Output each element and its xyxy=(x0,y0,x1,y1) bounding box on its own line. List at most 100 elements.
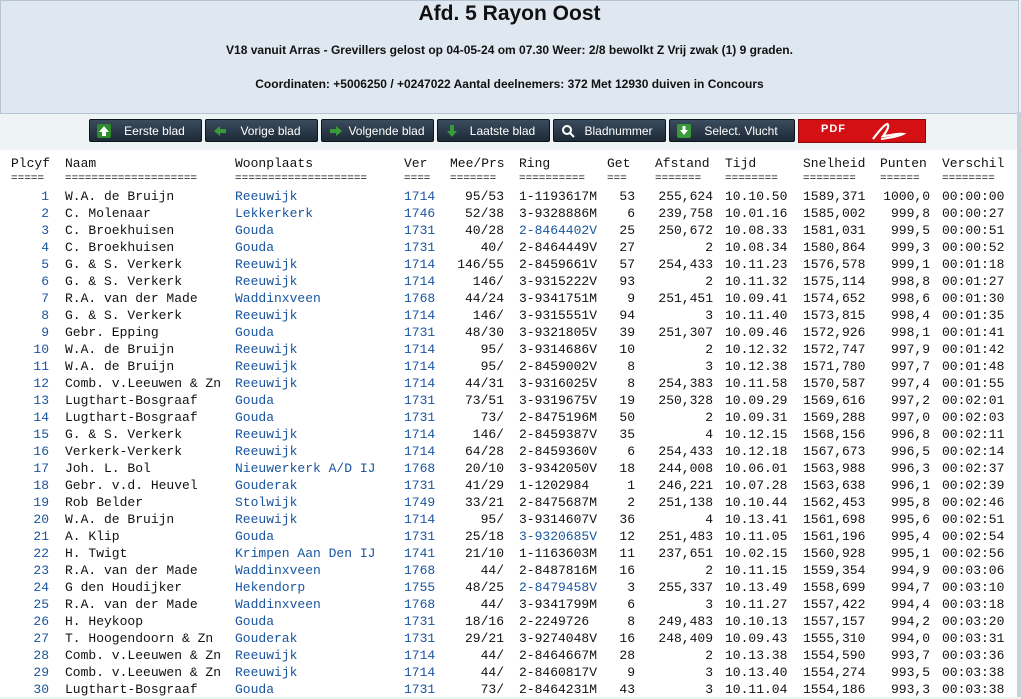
cell-woonplaats[interactable]: Reeuwijk xyxy=(235,427,297,442)
cell-ver[interactable]: 1731 xyxy=(404,682,435,697)
cell-woonplaats[interactable]: Reeuwijk xyxy=(235,257,297,272)
cell-ver[interactable]: 1731 xyxy=(404,614,435,629)
cell-woonplaats[interactable]: Reeuwijk xyxy=(235,444,297,459)
cell-woonplaats[interactable]: Reeuwijk xyxy=(235,512,297,527)
cell-ver[interactable]: 1731 xyxy=(404,393,435,408)
next-page-button[interactable]: Volgende blad xyxy=(321,119,434,142)
cell-ver[interactable]: 1714 xyxy=(404,648,435,663)
cell-plcyf[interactable]: 26 xyxy=(11,614,49,629)
cell-ver[interactable]: 1731 xyxy=(404,631,435,646)
cell-plcyf[interactable]: 2 xyxy=(11,206,49,221)
cell-plcyf[interactable]: 30 xyxy=(11,682,49,697)
cell-ver[interactable]: 1714 xyxy=(404,665,435,680)
cell-ver[interactable]: 1714 xyxy=(404,427,435,442)
cell-ring[interactable]: 3-9320685V xyxy=(519,529,597,544)
previous-page-button[interactable]: Vorige blad xyxy=(205,119,318,142)
cell-plcyf[interactable]: 18 xyxy=(11,478,49,493)
scrollbar[interactable] xyxy=(1017,112,1021,697)
cell-ver[interactable]: 1731 xyxy=(404,410,435,425)
cell-woonplaats[interactable]: Reeuwijk xyxy=(235,359,297,374)
cell-woonplaats[interactable]: Waddinxveen xyxy=(235,563,321,578)
cell-woonplaats[interactable]: Gouda xyxy=(235,223,274,238)
cell-ver[interactable]: 1714 xyxy=(404,359,435,374)
cell-plcyf[interactable]: 15 xyxy=(11,427,49,442)
cell-woonplaats[interactable]: Reeuwijk xyxy=(235,376,297,391)
cell-woonplaats[interactable]: Reeuwijk xyxy=(235,274,297,289)
cell-plcyf[interactable]: 10 xyxy=(11,342,49,357)
cell-ver[interactable]: 1768 xyxy=(404,597,435,612)
cell-plcyf[interactable]: 20 xyxy=(11,512,49,527)
cell-plcyf[interactable]: 5 xyxy=(11,257,49,272)
cell-plcyf[interactable]: 3 xyxy=(11,223,49,238)
cell-woonplaats[interactable]: Waddinxveen xyxy=(235,597,321,612)
cell-plcyf[interactable]: 24 xyxy=(11,580,49,595)
cell-plcyf[interactable]: 21 xyxy=(11,529,49,544)
cell-woonplaats[interactable]: Gouda xyxy=(235,240,274,255)
cell-plcyf[interactable]: 17 xyxy=(11,461,49,476)
cell-plcyf[interactable]: 25 xyxy=(11,597,49,612)
cell-woonplaats[interactable]: Reeuwijk xyxy=(235,665,297,680)
page-number-button[interactable]: Bladnummer xyxy=(553,119,666,142)
cell-ver[interactable]: 1768 xyxy=(404,291,435,306)
pdf-button[interactable]: PDF xyxy=(798,119,926,143)
cell-plcyf[interactable]: 14 xyxy=(11,410,49,425)
cell-ver[interactable]: 1714 xyxy=(404,512,435,527)
cell-ver[interactable]: 1768 xyxy=(404,563,435,578)
cell-plcyf[interactable]: 28 xyxy=(11,648,49,663)
cell-woonplaats[interactable]: Reeuwijk xyxy=(235,308,297,323)
cell-ver[interactable]: 1731 xyxy=(404,529,435,544)
cell-plcyf[interactable]: 8 xyxy=(11,308,49,323)
cell-woonplaats[interactable]: Stolwijk xyxy=(235,495,297,510)
cell-woonplaats[interactable]: Waddinxveen xyxy=(235,291,321,306)
cell-ver[interactable]: 1731 xyxy=(404,478,435,493)
cell-ring[interactable]: 2-8479458V xyxy=(519,580,597,595)
cell-woonplaats[interactable]: Reeuwijk xyxy=(235,648,297,663)
cell-ver[interactable]: 1714 xyxy=(404,189,435,204)
cell-ver[interactable]: 1714 xyxy=(404,274,435,289)
cell-plcyf[interactable]: 23 xyxy=(11,563,49,578)
cell-woonplaats[interactable]: Gouda xyxy=(235,325,274,340)
cell-plcyf[interactable]: 12 xyxy=(11,376,49,391)
cell-plcyf[interactable]: 29 xyxy=(11,665,49,680)
cell-ver[interactable]: 1746 xyxy=(404,206,435,221)
cell-plcyf[interactable]: 4 xyxy=(11,240,49,255)
cell-woonplaats[interactable]: Gouda xyxy=(235,529,274,544)
cell-woonplaats[interactable]: Hekendorp xyxy=(235,580,305,595)
cell-woonplaats[interactable]: Gouda xyxy=(235,393,274,408)
cell-plcyf[interactable]: 19 xyxy=(11,495,49,510)
cell-ver[interactable]: 1714 xyxy=(404,257,435,272)
cell-plcyf[interactable]: 11 xyxy=(11,359,49,374)
cell-woonplaats[interactable]: Gouda xyxy=(235,410,274,425)
cell-ver[interactable]: 1741 xyxy=(404,546,435,561)
cell-ver[interactable]: 1749 xyxy=(404,495,435,510)
cell-ver[interactable]: 1714 xyxy=(404,308,435,323)
cell-woonplaats[interactable]: Reeuwijk xyxy=(235,189,297,204)
cell-plcyf[interactable]: 13 xyxy=(11,393,49,408)
cell-ver[interactable]: 1731 xyxy=(404,325,435,340)
cell-ver[interactable]: 1755 xyxy=(404,580,435,595)
cell-ver[interactable]: 1714 xyxy=(404,444,435,459)
cell-plcyf[interactable]: 7 xyxy=(11,291,49,306)
cell-woonplaats[interactable]: Krimpen Aan Den IJ xyxy=(235,546,375,561)
cell-ver[interactable]: 1768 xyxy=(404,461,435,476)
last-page-button[interactable]: Laatste blad xyxy=(437,119,550,142)
cell-plcyf[interactable]: 27 xyxy=(11,631,49,646)
cell-woonplaats[interactable]: Lekkerkerk xyxy=(235,206,313,221)
cell-woonplaats[interactable]: Reeuwijk xyxy=(235,342,297,357)
cell-ver[interactable]: 1714 xyxy=(404,342,435,357)
first-page-button[interactable]: Eerste blad xyxy=(89,119,202,142)
cell-plcyf[interactable]: 1 xyxy=(11,189,49,204)
cell-plcyf[interactable]: 6 xyxy=(11,274,49,289)
cell-plcyf[interactable]: 22 xyxy=(11,546,49,561)
cell-ring[interactable]: 2-8464402V xyxy=(519,223,597,238)
cell-woonplaats[interactable]: Gouda xyxy=(235,614,274,629)
cell-woonplaats[interactable]: Nieuwerkerk A/D IJ xyxy=(235,461,375,476)
cell-woonplaats[interactable]: Gouderak xyxy=(235,478,297,493)
cell-ver[interactable]: 1731 xyxy=(404,240,435,255)
cell-plcyf[interactable]: 9 xyxy=(11,325,49,340)
select-flight-button[interactable]: Select. Vlucht xyxy=(669,119,795,142)
cell-woonplaats[interactable]: Gouda xyxy=(235,682,274,697)
cell-ver[interactable]: 1731 xyxy=(404,223,435,238)
cell-woonplaats[interactable]: Gouderak xyxy=(235,631,297,646)
cell-ver[interactable]: 1714 xyxy=(404,376,435,391)
